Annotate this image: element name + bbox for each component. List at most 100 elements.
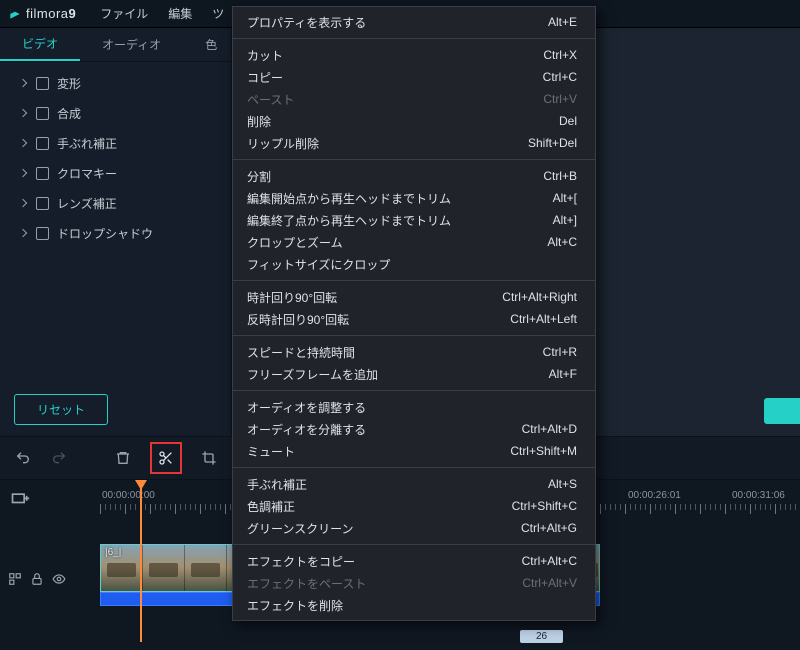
effect-label: 変形: [57, 75, 81, 92]
ctx-item-label: 編集開始点から再生ヘッドまでトリム: [247, 190, 451, 207]
ctx-item-shortcut: Ctrl+Shift+M: [510, 444, 577, 458]
effect-dropshadow[interactable]: ドロップシャドウ: [0, 218, 231, 248]
checkbox[interactable]: [36, 167, 49, 180]
tab-color[interactable]: 色: [183, 28, 239, 61]
ok-button[interactable]: [764, 398, 800, 424]
ctx-item-label: オーディオを調整する: [247, 399, 366, 416]
ctx-item-shortcut: Del: [559, 114, 577, 128]
ctx-item[interactable]: フィットサイズにクロップ: [233, 253, 595, 275]
ctx-item[interactable]: エフェクトを削除: [233, 594, 595, 616]
effect-label: 合成: [57, 105, 81, 122]
chevron-right-icon: [19, 109, 27, 117]
checkbox[interactable]: [36, 137, 49, 150]
properties-panel: ビデオ オーディオ 色 変形 合成 手ぶれ補正 クロマキー レンズ補正 ドロップ…: [0, 28, 232, 436]
ctx-item[interactable]: 反時計回り90°回転 Ctrl+Alt+Left: [233, 308, 595, 330]
ctx-item: エフェクトをペーストCtrl+Alt+V: [233, 572, 595, 594]
ctx-item-shortcut: Ctrl+R: [543, 345, 577, 359]
ctx-item[interactable]: カットCtrl+X: [233, 44, 595, 66]
effect-composite[interactable]: 合成: [0, 98, 231, 128]
ctx-item-label: 編集終了点から再生ヘッドまでトリム: [247, 212, 451, 229]
checkbox[interactable]: [36, 227, 49, 240]
cut-button-highlighted[interactable]: [150, 442, 182, 474]
ctx-item-label: フィットサイズにクロップ: [247, 256, 390, 273]
ctx-item[interactable]: フリーズフレームを追加Alt+F: [233, 363, 595, 385]
ctx-item[interactable]: 削除 Del: [233, 110, 595, 132]
ctx-item-label: コピー: [247, 69, 283, 86]
ctx-item[interactable]: 手ぶれ補正Alt+S: [233, 473, 595, 495]
ruler-time-0: 00:00:00:00: [102, 490, 155, 501]
ctx-item-shortcut: Alt+C: [547, 235, 577, 249]
track-controls: [0, 544, 100, 614]
ctx-item-label: 反時計回り90°回転: [247, 311, 349, 328]
ctx-item[interactable]: 色調補正Ctrl+Shift+C: [233, 495, 595, 517]
reset-area: リセット: [0, 382, 231, 436]
ctx-separator: [233, 38, 595, 39]
checkbox[interactable]: [36, 107, 49, 120]
ctx-item-shortcut: Ctrl+Alt+C: [522, 554, 577, 568]
ctx-separator: [233, 159, 595, 160]
checkbox[interactable]: [36, 197, 49, 210]
ctx-item-shortcut: Shift+Del: [528, 136, 577, 150]
selection-marker[interactable]: 26: [520, 630, 563, 643]
ctx-item[interactable]: リップル削除Shift+Del: [233, 132, 595, 154]
logo-text: filmora9: [26, 6, 76, 21]
ctx-item[interactable]: オーディオを分離するCtrl+Alt+D: [233, 418, 595, 440]
ctx-item-label: 削除: [247, 113, 271, 130]
effect-lens[interactable]: レンズ補正: [0, 188, 231, 218]
menu-tools[interactable]: ツ: [202, 0, 234, 27]
ctx-item[interactable]: オーディオを調整する: [233, 396, 595, 418]
delete-icon[interactable]: [114, 449, 132, 467]
checkbox[interactable]: [36, 77, 49, 90]
ctx-item-shortcut: Ctrl+Alt+V: [522, 576, 577, 590]
ctx-item[interactable]: 編集開始点から再生ヘッドまでトリム Alt+[: [233, 187, 595, 209]
ctx-item-label: ペースト: [247, 91, 294, 108]
tab-video[interactable]: ビデオ: [0, 28, 80, 61]
crop-icon[interactable]: [200, 449, 218, 467]
ctx-item-shortcut: Ctrl+Alt+D: [522, 422, 577, 436]
ctx-item[interactable]: ミュートCtrl+Shift+M: [233, 440, 595, 462]
effect-transform[interactable]: 変形: [0, 68, 231, 98]
ctx-item-label: グリーンスクリーン: [247, 520, 354, 537]
ctx-item-shortcut: Ctrl+Alt+Right: [502, 290, 577, 304]
panel-tabs: ビデオ オーディオ 色: [0, 28, 231, 62]
lock-icon[interactable]: [30, 572, 44, 586]
ctx-item-label: エフェクトを削除: [247, 597, 343, 614]
ctx-item[interactable]: グリーンスクリーンCtrl+Alt+G: [233, 517, 595, 539]
track-layers-icon[interactable]: [8, 572, 22, 586]
ctx-item[interactable]: 分割Ctrl+B: [233, 165, 595, 187]
ctx-item-shortcut: Ctrl+V: [543, 92, 577, 106]
ctx-item[interactable]: エフェクトをコピーCtrl+Alt+C: [233, 550, 595, 572]
ctx-separator: [233, 280, 595, 281]
menu-edit[interactable]: 編集: [158, 0, 202, 27]
menu-file[interactable]: ファイル: [90, 0, 158, 27]
ctx-separator: [233, 335, 595, 336]
effect-chromakey[interactable]: クロマキー: [0, 158, 231, 188]
ctx-separator: [233, 544, 595, 545]
ctx-item[interactable]: 編集終了点から再生ヘッドまでトリム Alt+]: [233, 209, 595, 231]
eye-icon[interactable]: [52, 572, 66, 586]
ctx-item-label: 分割: [247, 168, 271, 185]
app-logo: filmora9: [8, 6, 76, 21]
ctx-item-label: 手ぶれ補正: [247, 476, 307, 493]
ctx-item[interactable]: スピードと持続時間 Ctrl+R: [233, 341, 595, 363]
effect-list: 変形 合成 手ぶれ補正 クロマキー レンズ補正 ドロップシャドウ: [0, 62, 231, 254]
ctx-item[interactable]: クロップとズームAlt+C: [233, 231, 595, 253]
undo-icon[interactable]: [14, 449, 32, 467]
ctx-item-shortcut: Ctrl+Alt+Left: [510, 312, 577, 326]
ctx-item-shortcut: Alt+[: [553, 191, 577, 205]
effect-stabilize[interactable]: 手ぶれ補正: [0, 128, 231, 158]
chevron-right-icon: [19, 229, 27, 237]
reset-button[interactable]: リセット: [14, 394, 108, 425]
tab-audio[interactable]: オーディオ: [80, 28, 183, 61]
ctx-item-label: 色調補正: [247, 498, 295, 515]
ctx-item[interactable]: コピー Ctrl+C: [233, 66, 595, 88]
ctx-item[interactable]: 時計回り90°回転Ctrl+Alt+Right: [233, 286, 595, 308]
ctx-item-label: スピードと持続時間: [247, 344, 355, 361]
redo-icon[interactable]: [50, 449, 68, 467]
scissors-icon: [157, 449, 175, 467]
ctx-item[interactable]: プロパティを表示するAlt+E: [233, 11, 595, 33]
ctx-separator: [233, 467, 595, 468]
ctx-item-shortcut: Alt+]: [553, 213, 577, 227]
playhead[interactable]: [140, 482, 142, 642]
ctx-item-shortcut: Ctrl+C: [543, 70, 577, 84]
